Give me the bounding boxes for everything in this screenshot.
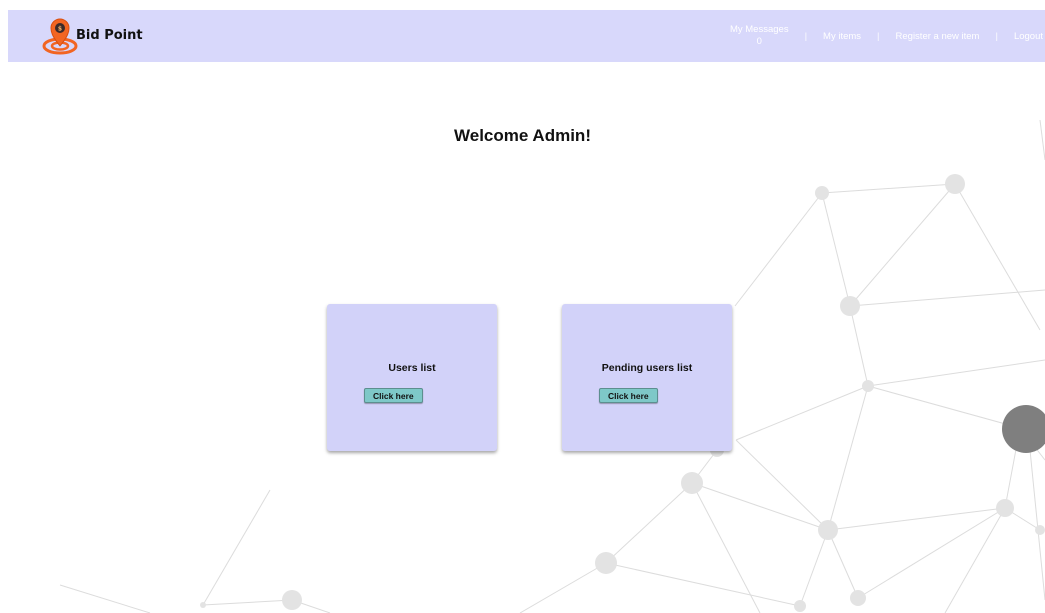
- users-list-card: Users list Click here: [327, 304, 497, 451]
- users-list-title: Users list: [388, 362, 436, 374]
- nav-links: My Messages 0 | My items | Register a ne…: [730, 10, 1045, 62]
- messages-count-badge: 0: [756, 36, 762, 47]
- nav-separator: |: [804, 30, 808, 42]
- nav-separator: |: [877, 30, 880, 42]
- register-new-item-link[interactable]: Register a new item: [896, 31, 980, 42]
- welcome-heading: Welcome Admin!: [454, 126, 591, 145]
- pending-users-list-title: Pending users list: [601, 362, 693, 374]
- pending-users-list-click-here-button[interactable]: Click here: [599, 388, 658, 403]
- logout-link[interactable]: Logout: [1014, 31, 1043, 42]
- my-messages-link[interactable]: My Messages 0: [730, 24, 789, 48]
- users-list-click-here-button[interactable]: Click here: [364, 388, 423, 403]
- bid-point-logo-icon[interactable]: $: [40, 16, 80, 56]
- nav-separator: |: [995, 30, 998, 42]
- network-background: [59, 119, 1045, 613]
- svg-text:$: $: [58, 26, 62, 33]
- brand-name[interactable]: Bid Point: [76, 28, 143, 43]
- my-messages-label: My Messages: [729, 24, 789, 35]
- top-navbar: $ Bid Point My Messages 0 | My items | R…: [8, 10, 1045, 62]
- pending-users-list-card: Pending users list Click here: [562, 304, 732, 451]
- my-items-link[interactable]: My items: [823, 31, 861, 42]
